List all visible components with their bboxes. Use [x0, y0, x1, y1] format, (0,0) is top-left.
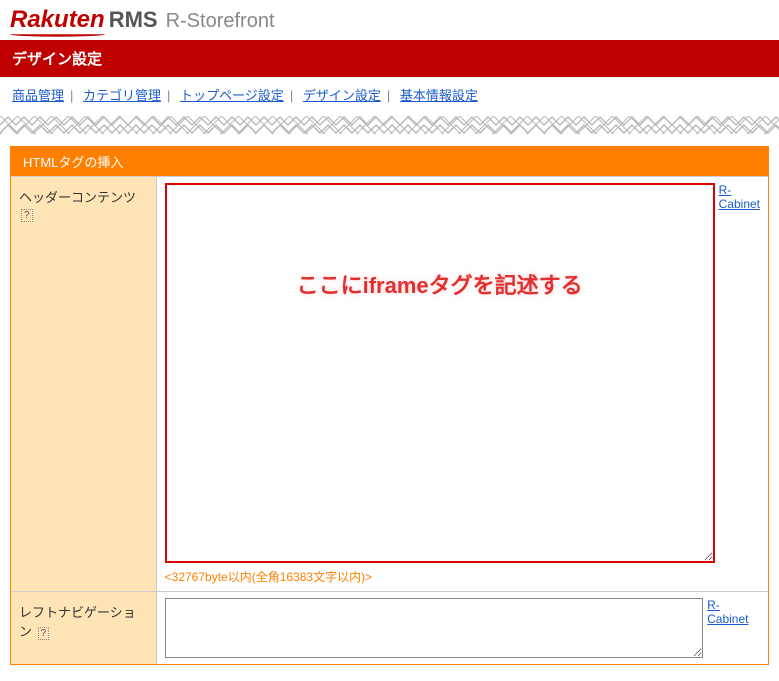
- help-icon[interactable]: ?: [21, 209, 33, 222]
- nav-separator: |: [70, 88, 73, 103]
- logo: RakutenRMS: [10, 6, 158, 34]
- app-header: RakutenRMS R-Storefront: [0, 0, 779, 40]
- form-content-header: ここにiframeタグを記述する R-Cabinet <32767byte以内(…: [157, 177, 768, 591]
- form-row-left-nav: レフトナビゲーション ? R-Cabinet: [11, 591, 768, 664]
- form-content-leftnav: R-Cabinet: [157, 592, 768, 664]
- rcabinet-link[interactable]: R-Cabinet: [707, 598, 760, 626]
- header-html-textarea[interactable]: [165, 183, 715, 563]
- panel-header: HTMLタグの挿入: [11, 147, 768, 176]
- nav-separator: |: [387, 88, 390, 103]
- nav-link-products[interactable]: 商品管理: [12, 88, 64, 103]
- breadcrumb-nav: 商品管理 | カテゴリ管理 | トップページ設定 | デザイン設定 | 基本情報設定: [0, 77, 779, 112]
- help-icon[interactable]: ?: [38, 627, 50, 640]
- nav-link-basicinfo[interactable]: 基本情報設定: [400, 88, 478, 103]
- textarea-wrap: R-Cabinet: [165, 598, 760, 658]
- nav-separator: |: [290, 88, 293, 103]
- leftnav-html-textarea[interactable]: [165, 598, 703, 658]
- label-text: ヘッダーコンテンツ: [19, 190, 136, 205]
- form-label-leftnav: レフトナビゲーション ?: [11, 592, 157, 664]
- logo-rms: RMS: [109, 7, 158, 32]
- logo-rakuten: Rakuten: [10, 6, 105, 33]
- nav-link-categories[interactable]: カテゴリ管理: [83, 88, 161, 103]
- form-row-header-content: ヘッダーコンテンツ ? ここにiframeタグを記述する R-Cabinet <…: [11, 176, 768, 591]
- logo-subtitle: R-Storefront: [166, 10, 275, 33]
- nav-separator: |: [167, 88, 170, 103]
- page-title-bar: デザイン設定: [0, 40, 779, 77]
- nav-link-toppage[interactable]: トップページ設定: [180, 88, 284, 103]
- zigzag-divider: [0, 116, 779, 134]
- rcabinet-link[interactable]: R-Cabinet: [719, 183, 760, 211]
- textarea-wrap: ここにiframeタグを記述する R-Cabinet: [165, 183, 760, 566]
- nav-link-design[interactable]: デザイン設定: [303, 88, 381, 103]
- html-tag-panel: HTMLタグの挿入 ヘッダーコンテンツ ? ここにiframeタグを記述する R…: [10, 146, 769, 665]
- label-text: レフトナビゲーション: [19, 605, 136, 639]
- form-label-header: ヘッダーコンテンツ ?: [11, 177, 157, 591]
- byte-limit-note: <32767byte以内(全角16383文字以内)>: [165, 568, 760, 585]
